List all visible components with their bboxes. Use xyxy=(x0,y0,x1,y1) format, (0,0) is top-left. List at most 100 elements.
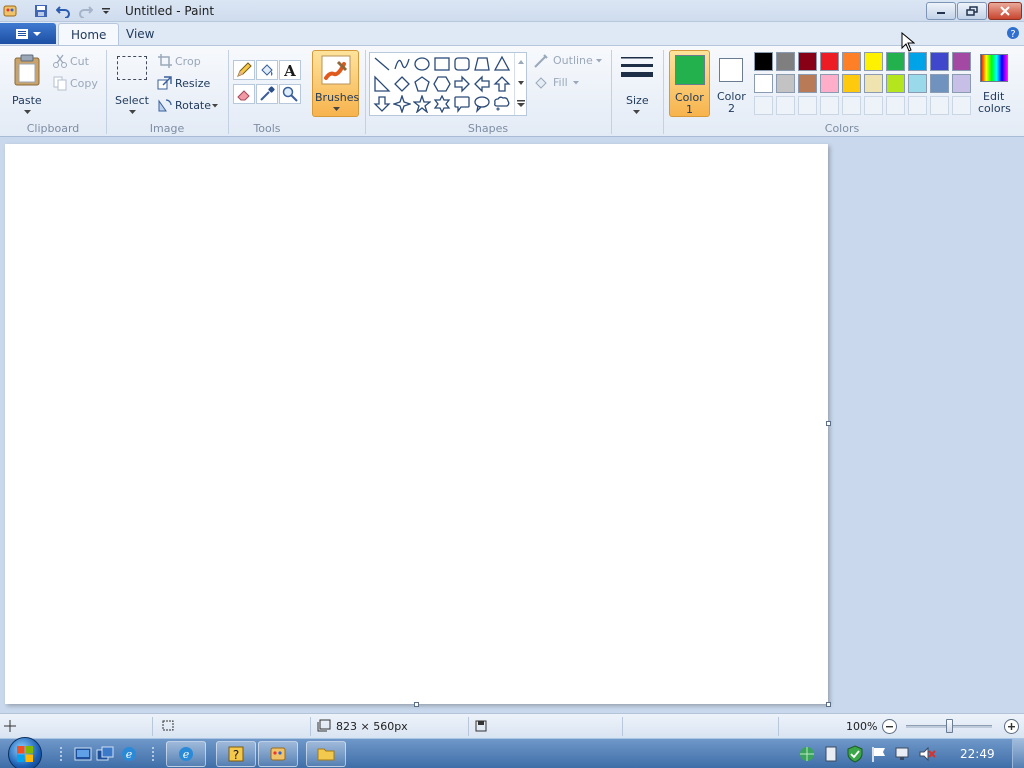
palette-swatch[interactable] xyxy=(908,74,927,93)
text-tool-button[interactable]: A xyxy=(279,60,301,80)
diamond-shape-icon[interactable] xyxy=(393,75,411,93)
rectangle-shape-icon[interactable] xyxy=(433,55,451,73)
palette-swatch[interactable] xyxy=(952,74,971,93)
palette-swatch-empty[interactable] xyxy=(776,96,795,115)
palette-swatch[interactable] xyxy=(820,52,839,71)
palette-swatch[interactable] xyxy=(930,52,949,71)
up-arrow-shape-icon[interactable] xyxy=(493,75,511,93)
palette-swatch-empty[interactable] xyxy=(754,96,773,115)
color2-button[interactable]: Color 2 xyxy=(712,50,752,117)
switch-windows-icon[interactable] xyxy=(96,745,114,763)
palette-swatch[interactable] xyxy=(776,52,795,71)
palette-swatch-empty[interactable] xyxy=(930,96,949,115)
volume-muted-icon[interactable] xyxy=(918,745,936,763)
select-button[interactable]: Select xyxy=(112,52,152,118)
palette-swatch[interactable] xyxy=(798,74,817,93)
crop-button[interactable]: Crop xyxy=(157,53,217,71)
right-triangle-shape-icon[interactable] xyxy=(373,75,391,93)
close-button[interactable] xyxy=(988,2,1022,20)
four-point-star-shape-icon[interactable] xyxy=(393,95,411,113)
palette-swatch[interactable] xyxy=(930,74,949,93)
down-arrow-shape-icon[interactable] xyxy=(373,95,391,113)
polygon-shape-icon[interactable] xyxy=(473,55,491,73)
canvas-resize-handle-corner[interactable] xyxy=(826,702,831,707)
palette-swatch[interactable] xyxy=(842,74,861,93)
security-shield-icon[interactable] xyxy=(846,745,864,763)
start-button[interactable] xyxy=(8,737,42,768)
paste-button[interactable]: Paste xyxy=(8,52,46,118)
palette-swatch[interactable] xyxy=(886,52,905,71)
zoom-slider-thumb[interactable] xyxy=(946,719,953,733)
eraser-tool-button[interactable] xyxy=(233,84,255,104)
oval-callout-shape-icon[interactable] xyxy=(473,95,491,113)
six-point-star-shape-icon[interactable] xyxy=(433,95,451,113)
rotate-button[interactable]: Rotate xyxy=(157,97,223,115)
palette-swatch-empty[interactable] xyxy=(820,96,839,115)
hexagon-shape-icon[interactable] xyxy=(433,75,451,93)
shapes-expand-button[interactable] xyxy=(514,93,526,115)
minimize-button[interactable] xyxy=(926,2,956,20)
brushes-button[interactable]: Brushes xyxy=(312,50,359,117)
resize-button[interactable]: Resize xyxy=(157,75,217,93)
tab-view[interactable]: View xyxy=(114,23,166,45)
zoom-out-button[interactable] xyxy=(881,718,898,735)
palette-swatch[interactable] xyxy=(908,52,927,71)
help-icon[interactable]: ? xyxy=(1006,26,1020,43)
edit-colors-button[interactable]: Edit colors xyxy=(975,50,1013,117)
color1-button[interactable]: Color 1 xyxy=(669,50,710,117)
zoom-slider[interactable] xyxy=(906,719,992,733)
palette-swatch-empty[interactable] xyxy=(842,96,861,115)
taskbar-paint-button[interactable] xyxy=(258,741,298,767)
right-arrow-shape-icon[interactable] xyxy=(453,75,471,93)
taskbar-internet-explorer-button[interactable]: e xyxy=(166,741,206,767)
fill-button[interactable]: Fill xyxy=(533,75,593,93)
shapes-scroll-up-button[interactable] xyxy=(514,53,526,73)
rounded-rectangle-shape-icon[interactable] xyxy=(453,55,471,73)
palette-swatch[interactable] xyxy=(864,52,883,71)
cloud-callout-shape-icon[interactable] xyxy=(493,95,511,113)
device-icon[interactable] xyxy=(822,745,840,763)
left-arrow-shape-icon[interactable] xyxy=(473,75,491,93)
save-icon[interactable] xyxy=(33,3,49,19)
triangle-shape-icon[interactable] xyxy=(493,55,511,73)
customize-quick-access-icon[interactable] xyxy=(98,3,114,19)
taskbar-explorer-button[interactable] xyxy=(306,741,346,767)
show-desktop-button[interactable] xyxy=(1012,739,1024,768)
canvas-resize-handle-right[interactable] xyxy=(826,421,831,426)
line-shape-icon[interactable] xyxy=(373,55,391,73)
oval-shape-icon[interactable] xyxy=(413,55,431,73)
magnifier-tool-button[interactable] xyxy=(279,84,301,104)
rounded-callout-shape-icon[interactable] xyxy=(453,95,471,113)
copy-button[interactable]: Copy xyxy=(52,75,102,93)
palette-swatch[interactable] xyxy=(952,52,971,71)
palette-swatch-empty[interactable] xyxy=(864,96,883,115)
taskbar-help-button[interactable]: ? xyxy=(216,741,256,767)
pentagon-shape-icon[interactable] xyxy=(413,75,431,93)
action-center-flag-icon[interactable] xyxy=(870,745,888,763)
palette-swatch-empty[interactable] xyxy=(798,96,817,115)
clock[interactable]: 22:49 xyxy=(960,747,995,761)
palette-swatch[interactable] xyxy=(798,52,817,71)
palette-swatch[interactable] xyxy=(776,74,795,93)
palette-swatch-empty[interactable] xyxy=(908,96,927,115)
show-desktop-quicklaunch-icon[interactable] xyxy=(74,745,92,763)
zoom-in-button[interactable] xyxy=(1003,718,1020,735)
canvas-resize-handle-bottom[interactable] xyxy=(414,702,419,707)
network-globe-icon[interactable] xyxy=(798,745,816,763)
network-icon[interactable] xyxy=(894,745,912,763)
undo-icon[interactable] xyxy=(55,3,71,19)
outline-button[interactable]: Outline xyxy=(533,53,605,71)
palette-swatch[interactable] xyxy=(842,52,861,71)
paint-app-icon[interactable] xyxy=(2,3,18,19)
palette-swatch-empty[interactable] xyxy=(952,96,971,115)
redo-icon[interactable] xyxy=(78,3,94,19)
curve-shape-icon[interactable] xyxy=(393,55,411,73)
five-point-star-shape-icon[interactable] xyxy=(413,95,431,113)
palette-swatch[interactable] xyxy=(864,74,883,93)
restore-button[interactable] xyxy=(957,2,987,20)
size-button[interactable]: Size xyxy=(616,52,658,118)
paint-menu-button[interactable] xyxy=(0,23,56,44)
drawing-canvas[interactable] xyxy=(5,144,828,704)
palette-swatch[interactable] xyxy=(754,74,773,93)
fill-tool-button[interactable] xyxy=(256,60,278,80)
